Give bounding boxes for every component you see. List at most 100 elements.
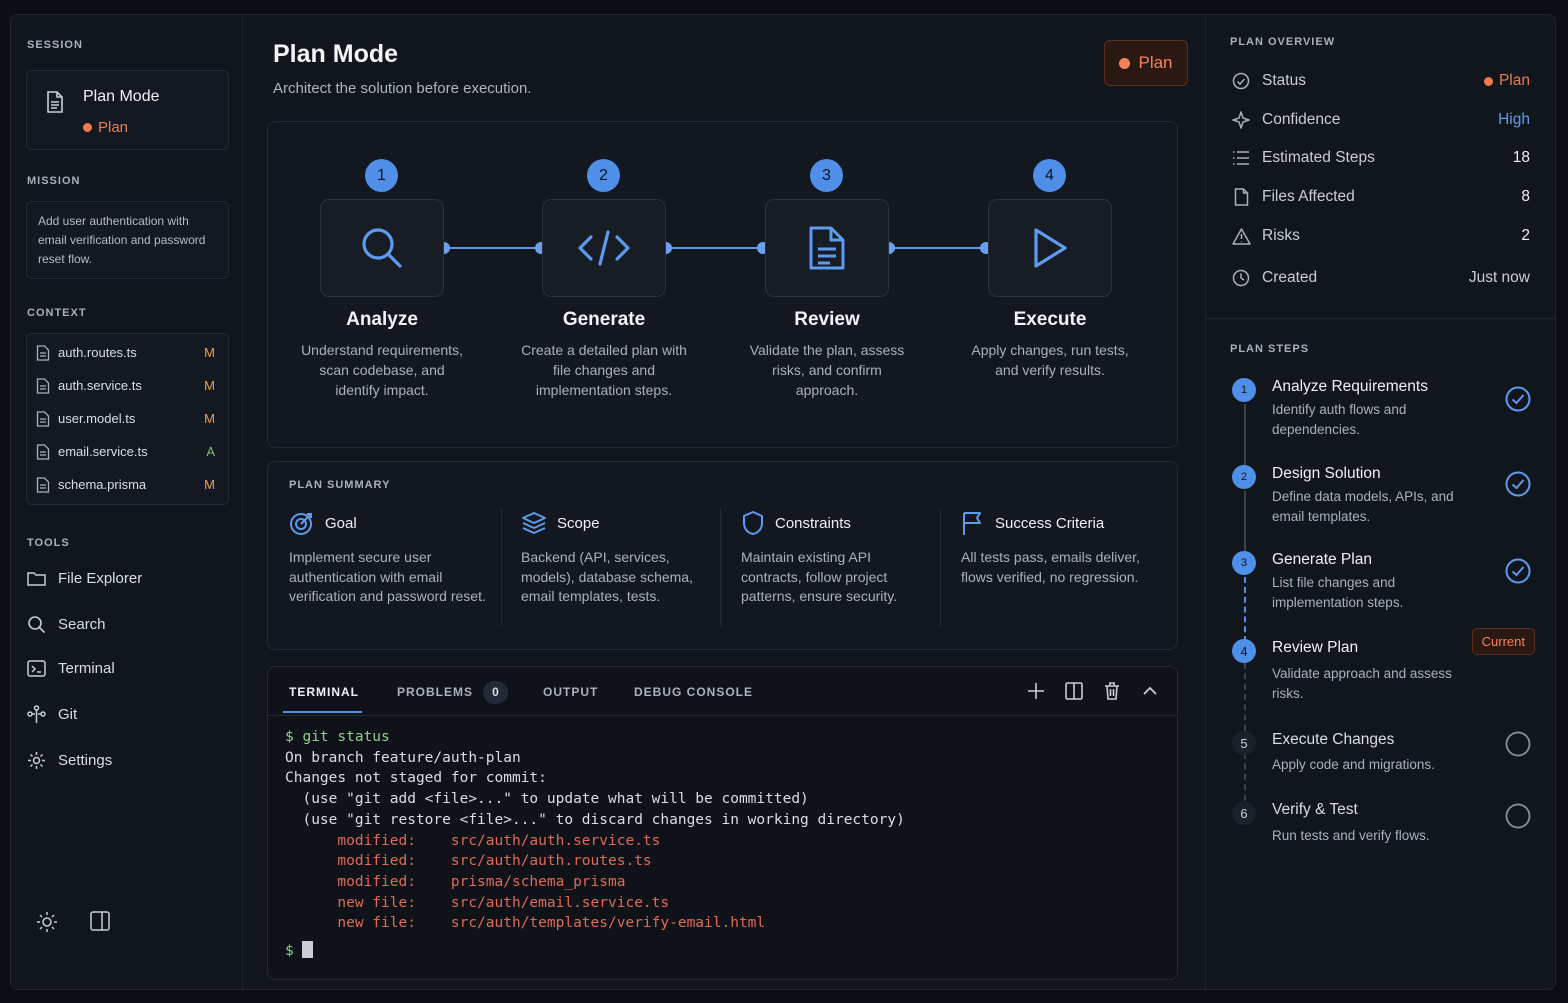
divider xyxy=(940,508,941,626)
divider xyxy=(1206,318,1555,319)
session-title: Plan Mode xyxy=(83,88,160,105)
sun-icon[interactable] xyxy=(36,911,58,938)
summary-title: Constraints xyxy=(775,514,851,532)
overview-value: 2 xyxy=(1521,227,1530,244)
context-file-name: user.model.ts xyxy=(58,411,136,426)
terminal-line: Changes not staged for commit: xyxy=(285,770,547,787)
panel-toggle-icon[interactable] xyxy=(90,911,110,936)
mode-badge-label: Plan xyxy=(1138,53,1173,72)
stage-connector xyxy=(666,247,763,249)
plan-step-current[interactable]: 4 Review Plan Validate approach and asse… xyxy=(1230,628,1535,709)
app-window: SESSION Plan Mode Plan MISSION Add user … xyxy=(10,14,1556,990)
folder-icon xyxy=(27,572,46,586)
context-file-item[interactable]: auth.routes.ts M xyxy=(27,336,228,369)
modified-flag: M xyxy=(204,411,215,426)
terminal-new-file-line: new file: src/auth/templates/verify-emai… xyxy=(285,915,766,932)
terminal-line: (use "git restore <file>..." to discard … xyxy=(285,811,905,828)
step-number: 3 xyxy=(1232,551,1256,575)
overview-value: 8 xyxy=(1521,188,1530,205)
summary-constraints: Constraints Maintain existing API contra… xyxy=(741,510,931,607)
tab-problems[interactable]: PROBLEMS 0 xyxy=(397,681,509,704)
added-flag: A xyxy=(206,444,215,459)
plan-step[interactable]: 3 Generate Plan List file changes and im… xyxy=(1230,551,1535,621)
context-file-list: auth.routes.ts M auth.service.ts M user.… xyxy=(26,333,229,505)
split-icon[interactable] xyxy=(1064,681,1084,701)
terminal-output[interactable]: $ git status On branch feature/auth-plan C… xyxy=(285,727,905,962)
step-title: Generate Plan xyxy=(1272,551,1372,568)
mission-section-label: MISSION xyxy=(27,175,81,187)
tool-git[interactable]: Git xyxy=(27,705,77,724)
terminal-icon xyxy=(27,660,46,677)
step-title: Design Solution xyxy=(1272,465,1381,482)
summary-text: Maintain existing API contracts, follow … xyxy=(741,549,898,604)
page-subtitle: Architect the solution before execution. xyxy=(273,80,532,97)
stage-number: 3 xyxy=(810,159,843,192)
workflow-stages: 1 Analyze Understand requirements, scan … xyxy=(267,121,1178,448)
list-icon xyxy=(1233,151,1249,165)
plan-step[interactable]: 6 Verify & Test Run tests and verify flo… xyxy=(1230,801,1535,851)
context-file-item[interactable]: user.model.ts M xyxy=(27,402,228,435)
terminal-prompt-line: $ xyxy=(285,941,905,962)
modified-flag: M xyxy=(204,378,215,393)
terminal-line: On branch feature/auth-plan xyxy=(285,749,521,766)
tab-debug-console[interactable]: DEBUG CONSOLE xyxy=(634,685,753,699)
step-description: List file changes and implementation ste… xyxy=(1272,575,1404,610)
gear-icon xyxy=(28,752,45,769)
overview-confidence: Confidence High xyxy=(1230,108,1530,132)
overview-value: High xyxy=(1498,111,1530,128)
file-icon xyxy=(36,410,50,427)
overview-label: Risks xyxy=(1262,227,1300,244)
file-icon xyxy=(36,443,50,460)
plan-summary-label: PLAN SUMMARY xyxy=(289,479,391,491)
page-title: Plan Mode xyxy=(273,40,399,68)
session-status-label: Plan xyxy=(98,119,129,136)
plan-step[interactable]: 5 Execute Changes Apply code and migrati… xyxy=(1230,731,1535,781)
check-circle-icon xyxy=(1505,386,1531,417)
context-file-item[interactable]: schema.prisma M xyxy=(27,468,228,501)
stage-description: Create a detailed plan with file changes… xyxy=(521,342,687,398)
plan-step[interactable]: 2 Design Solution Define data models, AP… xyxy=(1230,465,1535,535)
code-icon xyxy=(578,230,630,266)
tab-output[interactable]: OUTPUT xyxy=(543,685,598,699)
status-dot xyxy=(1119,57,1131,69)
status-dot xyxy=(83,123,92,132)
step-number: 4 xyxy=(1232,639,1256,663)
plus-icon[interactable] xyxy=(1026,681,1046,701)
tool-label: Settings xyxy=(58,752,113,769)
step-description: Validate approach and assess risks. xyxy=(1272,666,1452,701)
overview-label: Estimated Steps xyxy=(1262,149,1375,166)
step-title: Verify & Test xyxy=(1272,801,1358,818)
pending-circle-icon xyxy=(1505,731,1531,762)
stage-icon-box xyxy=(988,199,1112,297)
tool-settings[interactable]: Settings xyxy=(27,751,112,770)
search-icon xyxy=(362,228,402,268)
tool-file-explorer[interactable]: File Explorer xyxy=(27,570,142,587)
tab-terminal[interactable]: TERMINAL xyxy=(289,685,359,699)
session-card[interactable]: Plan Mode Plan xyxy=(26,70,229,150)
overview-value: 18 xyxy=(1512,149,1530,166)
trash-icon[interactable] xyxy=(1102,681,1122,701)
summary-text: Backend (API, services, models), databas… xyxy=(521,549,693,604)
step-number: 1 xyxy=(1232,378,1256,402)
summary-title: Success Criteria xyxy=(995,514,1105,532)
tool-search[interactable]: Search xyxy=(27,615,106,634)
tool-terminal[interactable]: Terminal xyxy=(27,660,115,677)
terminal-prompt: $ xyxy=(285,943,294,960)
plan-step[interactable]: 1 Analyze Requirements Identify auth flo… xyxy=(1230,378,1535,448)
context-section-label: CONTEXT xyxy=(27,307,87,319)
modified-flag: M xyxy=(204,477,215,492)
mode-badge[interactable]: Plan xyxy=(1104,40,1188,86)
stage-description: Understand requirements, scan codebase, … xyxy=(301,342,463,398)
stage-title: Analyze xyxy=(346,309,418,330)
terminal-panel: TERMINAL PROBLEMS 0 OUTPUT DEBUG CONSOLE … xyxy=(267,666,1178,980)
stage-number: 4 xyxy=(1033,159,1066,192)
context-file-item[interactable]: email.service.ts A xyxy=(27,435,228,468)
git-icon xyxy=(27,705,46,723)
right-panel: PLAN OVERVIEW Status Plan Confidence Hig… xyxy=(1205,15,1555,989)
file-icon xyxy=(36,344,50,361)
context-file-item[interactable]: auth.service.ts M xyxy=(27,369,228,402)
summary-scope: Scope Backend (API, services, models), d… xyxy=(521,510,711,607)
chevron-up-icon[interactable] xyxy=(1140,681,1160,701)
terminal-new-file-line: new file: src/auth/email.service.ts xyxy=(285,894,670,911)
sparkle-icon xyxy=(1232,111,1250,129)
